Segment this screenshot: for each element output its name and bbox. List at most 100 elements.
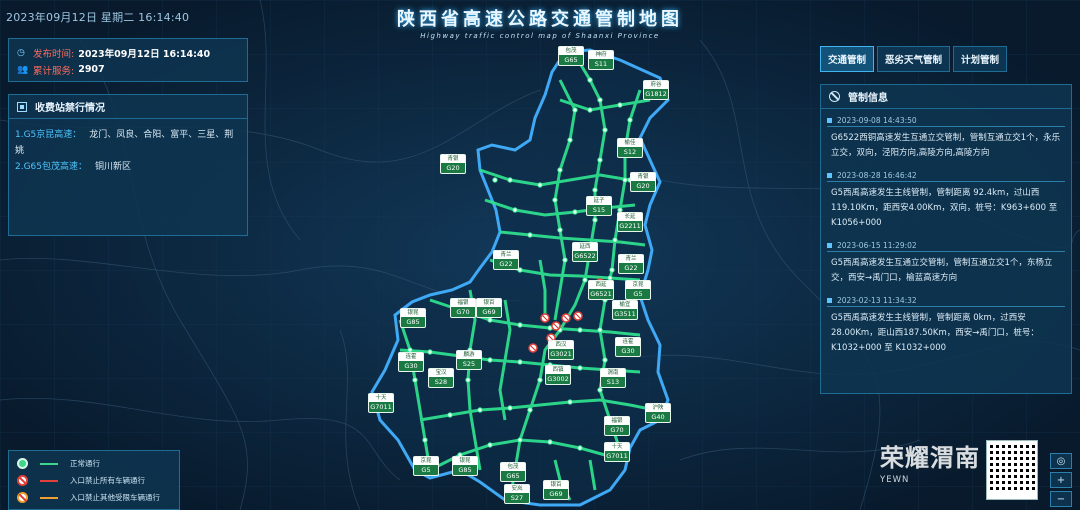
clock-icon: ◷ xyxy=(17,47,25,58)
toll-stations: 铜川新区 xyxy=(95,162,132,172)
highway-shield[interactable]: 十天 G7011 xyxy=(604,442,630,462)
highway-shield[interactable]: 银昆 G85 xyxy=(452,456,478,476)
control-info-panel[interactable]: 管制信息 2023-09-08 14:43:50 G6522西铜高速发生互通立交… xyxy=(820,84,1072,394)
notice-dot-icon xyxy=(827,118,832,123)
highway-shield[interactable]: 连霍 G30 xyxy=(398,352,424,372)
map-controls: ◎ + − xyxy=(1050,453,1074,510)
notice-item[interactable]: 2023-02-13 11:34:32 G5西禹高速发生主线管制，管制距离 0k… xyxy=(827,295,1065,359)
zoom-out-button[interactable]: − xyxy=(1050,491,1072,507)
page-subtitle: Highway traffic control map of Shaanxi P… xyxy=(420,32,660,40)
highway-shield[interactable]: 沪陕 G40 xyxy=(645,403,671,423)
notice-item[interactable]: 2023-06-15 11:29:02 G5西禹高速发生互通立交管制，管制互通立… xyxy=(827,240,1065,289)
highway-shield[interactable]: 长延 G2211 xyxy=(617,212,643,232)
shield-code: G40 xyxy=(651,413,665,421)
toll-item[interactable]: 1.G5京昆高速： 龙门、凤良、合阳、富平、三星、荆姚 xyxy=(15,127,241,159)
highway-shield[interactable]: 榆宜 G3511 xyxy=(612,300,638,320)
shield-name: 连霍 xyxy=(616,338,640,346)
control-panel-header: 管制信息 xyxy=(821,85,1071,109)
highway-shield[interactable]: 西镇 G3002 xyxy=(545,365,571,385)
highway-shield[interactable]: 宝汉 S28 xyxy=(428,368,454,388)
highway-shield[interactable]: 包茂 G65 xyxy=(558,46,584,66)
locate-button[interactable]: ◎ xyxy=(1050,453,1072,469)
shield-name: 十天 xyxy=(605,443,629,451)
shield-code: S15 xyxy=(592,206,606,214)
legend-item: 入口禁止其他受限车辆通行 xyxy=(17,489,171,506)
toll-station-panel: 收费站禁行情况 1.G5京昆高速： 龙门、凤良、合阳、富平、三星、荆姚 2.G65… xyxy=(8,94,248,236)
notice-dot-icon xyxy=(827,173,832,178)
shield-name: 府谷 xyxy=(644,81,668,89)
highway-shield[interactable]: 包茂 G65 xyxy=(500,462,526,482)
watermark: 荣耀渭南 YEWN xyxy=(880,438,985,485)
shield-code: G2211 xyxy=(619,222,641,230)
highway-shield[interactable]: 京昆 G5 xyxy=(625,280,651,300)
highway-shield[interactable]: 福银 G70 xyxy=(604,416,630,436)
map-legend: 正常通行 入口禁止所有车辆通行 入口禁止其他受限车辆通行 xyxy=(8,450,180,510)
shield-code: G70 xyxy=(456,308,470,316)
shield-code: G3002 xyxy=(547,375,569,383)
toll-highway-code: 1.G5京昆高速： xyxy=(15,130,82,140)
notice-date-row: 2023-06-15 11:29:02 xyxy=(827,240,1065,252)
notice-item[interactable]: 2023-09-08 14:43:50 G6522西铜高速发生互通立交管制，管制… xyxy=(827,115,1065,164)
shield-name: 包茂 xyxy=(559,47,583,55)
highway-shield[interactable]: 十天 G7011 xyxy=(368,393,394,413)
toll-panel-title: 收费站禁行情况 xyxy=(35,103,105,114)
notice-text: G5西禹高速发生主线管制，管制距离 92.4km，过山西 119.10Km，距西… xyxy=(831,188,1058,228)
zoom-in-button[interactable]: + xyxy=(1050,472,1072,488)
legend-line-closed xyxy=(40,479,58,482)
highway-shield[interactable]: 银百 G69 xyxy=(543,480,569,500)
highway-shield[interactable]: 西延 G6521 xyxy=(588,280,614,300)
no-entry-icon xyxy=(17,475,28,486)
highway-shield[interactable]: 银百 G69 xyxy=(476,298,502,318)
shield-name: 青兰 xyxy=(619,255,643,263)
tab-traffic-control[interactable]: 交通管制 xyxy=(820,46,875,72)
shield-name: 银昆 xyxy=(401,309,425,317)
highway-shield[interactable]: 银昆 G85 xyxy=(400,308,426,328)
notice-date: 2023-02-13 11:34:32 xyxy=(837,296,917,305)
highway-shield[interactable]: 福银 G70 xyxy=(450,298,476,318)
shield-code: S25 xyxy=(462,360,476,368)
shield-code: G7011 xyxy=(606,452,628,460)
publish-time-row: ◷ 发布时间: 2023年09月12日 16:14:40 xyxy=(17,44,239,61)
toll-item[interactable]: 2.G65包茂高速： 铜川新区 xyxy=(15,159,241,175)
highway-shield[interactable]: 渭南 S13 xyxy=(600,368,626,388)
notice-date-row: 2023-08-28 16:46:42 xyxy=(827,170,1065,182)
shield-code: G65 xyxy=(564,56,578,64)
highway-shield[interactable]: 青兰 G22 xyxy=(618,254,644,274)
served-count-value: 2907 xyxy=(78,64,105,75)
tab-weather-control[interactable]: 恶劣天气管制 xyxy=(877,46,951,72)
notice-text: G5西禹高速发生主线管制，管制距离 0km，过西安 28.00Km，距山西187… xyxy=(831,313,1039,353)
highway-shield[interactable]: 延子 S15 xyxy=(586,196,612,216)
highway-shield[interactable]: 青银 G20 xyxy=(440,154,466,174)
highway-shield[interactable]: 连霍 G30 xyxy=(615,337,641,357)
shield-name: 榆宜 xyxy=(613,301,637,309)
shield-name: 沪陕 xyxy=(646,404,670,412)
highway-shield[interactable]: 西汉 G3021 xyxy=(548,340,574,360)
notice-dot-icon xyxy=(827,298,832,303)
highway-shield[interactable]: 青银 G20 xyxy=(630,172,656,192)
highway-shield[interactable]: 安岚 S27 xyxy=(504,484,530,504)
shield-code: G6522 xyxy=(574,252,596,260)
highway-shield[interactable]: 京昆 G5 xyxy=(413,456,439,476)
highway-shield[interactable]: 府谷 G1812 xyxy=(643,80,669,100)
shield-code: G20 xyxy=(446,164,460,172)
control-type-tabs: 交通管制 恶劣天气管制 计划管制 xyxy=(820,46,1008,72)
notice-date-row: 2023-09-08 14:43:50 xyxy=(827,115,1065,127)
shield-name: 连霍 xyxy=(399,353,423,361)
notice-dot-icon xyxy=(827,243,832,248)
notice-item[interactable]: 2023-08-28 16:46:42 G5西禹高速发生主线管制，管制距离 92… xyxy=(827,170,1065,234)
highway-shield[interactable]: 青兰 G22 xyxy=(493,250,519,270)
toll-station-icon xyxy=(17,101,27,112)
shield-name: 青兰 xyxy=(494,251,518,259)
highway-shield[interactable]: 神府 S11 xyxy=(588,50,614,70)
shield-code: G7011 xyxy=(370,403,392,411)
shield-code: G70 xyxy=(610,426,624,434)
shield-name: 银昆 xyxy=(453,457,477,465)
highway-shield[interactable]: 麟游 S25 xyxy=(456,350,482,370)
highway-shield[interactable]: 榆佳 S12 xyxy=(617,138,643,158)
shield-name: 宝汉 xyxy=(429,369,453,377)
restricted-entry-icon xyxy=(17,492,28,503)
tab-planned-control[interactable]: 计划管制 xyxy=(953,46,1008,72)
notice-date-row: 2023-02-13 11:34:32 xyxy=(827,295,1065,307)
publish-info-panel: ◷ 发布时间: 2023年09月12日 16:14:40 👥 累计服务: 290… xyxy=(8,38,248,82)
highway-shield[interactable]: 延西 G6522 xyxy=(572,242,598,262)
